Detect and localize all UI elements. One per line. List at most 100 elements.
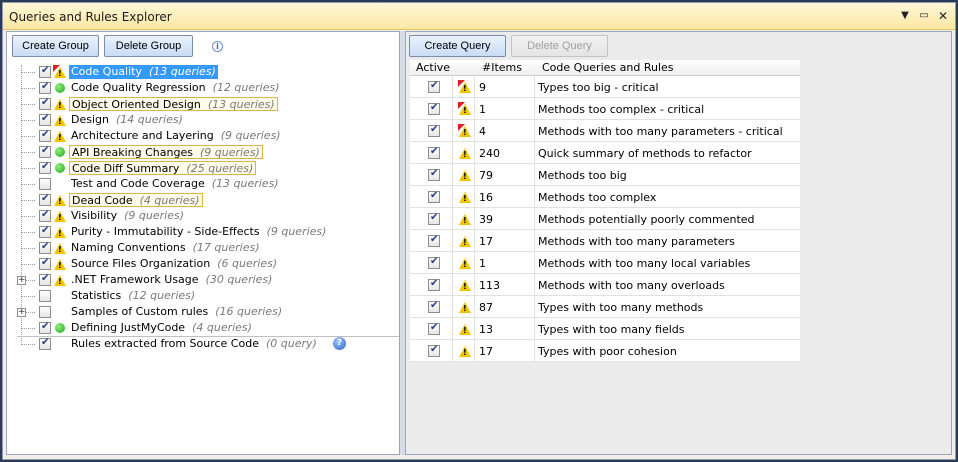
table-row[interactable]: 16 Methods too complex xyxy=(410,186,800,208)
tree-item[interactable]: Visibility (9 queries) xyxy=(7,208,397,224)
group-checkbox[interactable] xyxy=(39,97,51,110)
tree-item-label[interactable]: Purity - Immutability - Side-Effects (9 … xyxy=(69,225,328,239)
group-checkbox[interactable] xyxy=(39,129,51,142)
info-icon[interactable]: i xyxy=(212,41,223,52)
maximize-icon[interactable]: ▭ xyxy=(917,9,931,23)
query-name[interactable]: Methods too complex - critical xyxy=(538,103,704,116)
tree-item[interactable]: Test and Code Coverage (13 queries) xyxy=(7,176,397,192)
tree-item-label[interactable]: Source Files Organization (6 queries) xyxy=(69,257,279,271)
group-checkbox[interactable] xyxy=(39,145,51,158)
query-name[interactable]: Methods with too many overloads xyxy=(538,279,725,292)
active-checkbox[interactable] xyxy=(428,190,440,203)
query-name[interactable]: Types with poor cohesion xyxy=(538,345,677,358)
query-name[interactable]: Methods potentially poorly commented xyxy=(538,213,755,226)
tree-item-label[interactable]: Rules extracted from Source Code (0 quer… xyxy=(69,337,319,351)
tree-item[interactable]: Defining JustMyCode (4 queries) xyxy=(7,320,397,336)
group-checkbox[interactable] xyxy=(39,209,51,222)
table-row[interactable]: 9 Types too big - critical xyxy=(410,76,800,98)
tree-item[interactable]: Rules extracted from Source Code (0 quer… xyxy=(7,336,397,352)
group-checkbox[interactable] xyxy=(39,306,51,318)
group-checkbox[interactable] xyxy=(39,65,51,78)
group-checkbox[interactable] xyxy=(39,113,51,126)
query-name[interactable]: Methods with too many local variables xyxy=(538,257,750,270)
group-checkbox[interactable] xyxy=(39,290,51,302)
table-row[interactable]: 39 Methods potentially poorly commented xyxy=(410,208,800,230)
help-icon[interactable]: ? xyxy=(333,337,346,350)
tree-item[interactable]: Statistics (12 queries) xyxy=(7,288,397,304)
table-row[interactable]: 13 Types with too many fields xyxy=(410,318,800,340)
group-checkbox[interactable] xyxy=(39,321,51,334)
group-checkbox[interactable] xyxy=(39,273,51,286)
tree-item[interactable]: Object Oriented Design (13 queries) xyxy=(7,96,397,112)
tree-item[interactable]: Code Quality Regression (12 queries) xyxy=(7,80,397,96)
tree-item[interactable]: API Breaking Changes (9 queries) xyxy=(7,144,397,160)
query-name[interactable]: Methods too big xyxy=(538,169,627,182)
delete-group-button[interactable]: Delete Group xyxy=(104,35,193,57)
expand-icon[interactable]: + xyxy=(17,276,26,285)
tree-item-label[interactable]: Design (14 queries) xyxy=(69,113,185,127)
close-icon[interactable]: ✕ xyxy=(936,9,950,23)
table-row[interactable]: 79 Methods too big xyxy=(410,164,800,186)
active-checkbox[interactable] xyxy=(428,80,440,93)
query-name[interactable]: Types with too many fields xyxy=(538,323,685,336)
create-group-button[interactable]: Create Group xyxy=(12,35,99,57)
tree-item[interactable]: Naming Conventions (17 queries) xyxy=(7,240,397,256)
group-checkbox[interactable] xyxy=(39,225,51,238)
tree-item-label[interactable]: Dead Code (4 queries) xyxy=(69,193,203,207)
table-row[interactable]: 113 Methods with too many overloads xyxy=(410,274,800,296)
column-header-active[interactable]: Active xyxy=(416,61,450,74)
group-checkbox[interactable] xyxy=(39,257,51,270)
active-checkbox[interactable] xyxy=(428,146,440,159)
tree-item-label[interactable]: Defining JustMyCode (4 queries) xyxy=(69,321,254,335)
active-checkbox[interactable] xyxy=(428,102,440,115)
table-row[interactable]: 240 Quick summary of methods to refactor xyxy=(410,142,800,164)
tree-item[interactable]: Architecture and Layering (9 queries) xyxy=(7,128,397,144)
tree-item-label[interactable]: Naming Conventions (17 queries) xyxy=(69,241,262,255)
tree-item-label[interactable]: Object Oriented Design (13 queries) xyxy=(69,97,278,111)
tree-item[interactable]: Purity - Immutability - Side-Effects (9 … xyxy=(7,224,397,240)
query-name[interactable]: Methods with too many parameters xyxy=(538,235,735,248)
table-row[interactable]: 17 Types with poor cohesion xyxy=(410,340,800,362)
tree-item-label[interactable]: Code Diff Summary (25 queries) xyxy=(69,161,257,175)
column-header-items[interactable]: #Items xyxy=(482,61,522,74)
active-checkbox[interactable] xyxy=(428,278,440,291)
create-query-button[interactable]: Create Query xyxy=(409,35,506,57)
tree-item[interactable]: + .NET Framework Usage (30 queries) xyxy=(7,272,397,288)
table-row[interactable]: 1 Methods too complex - critical xyxy=(410,98,800,120)
table-row[interactable]: 87 Types with too many methods xyxy=(410,296,800,318)
active-checkbox[interactable] xyxy=(428,234,440,247)
group-checkbox[interactable] xyxy=(39,161,51,174)
active-checkbox[interactable] xyxy=(428,344,440,357)
query-name[interactable]: Quick summary of methods to refactor xyxy=(538,147,752,160)
tree-item[interactable]: Code Quality (13 queries) xyxy=(7,64,397,80)
active-checkbox[interactable] xyxy=(428,300,440,313)
tree-item-label[interactable]: Code Quality (13 queries) xyxy=(69,65,218,79)
query-name[interactable]: Types with too many methods xyxy=(538,301,703,314)
active-checkbox[interactable] xyxy=(428,256,440,269)
table-row[interactable]: 4 Methods with too many parameters - crit… xyxy=(410,120,800,142)
tree-item-label[interactable]: Visibility (9 queries) xyxy=(69,209,186,223)
active-checkbox[interactable] xyxy=(428,124,440,137)
tree-item-label[interactable]: Test and Code Coverage (13 queries) xyxy=(69,177,281,191)
group-checkbox[interactable] xyxy=(39,337,51,350)
table-row[interactable]: 1 Methods with too many local variables xyxy=(410,252,800,274)
group-checkbox[interactable] xyxy=(39,178,51,190)
query-name[interactable]: Types too big - critical xyxy=(538,81,659,94)
query-name[interactable]: Methods too complex xyxy=(538,191,656,204)
active-checkbox[interactable] xyxy=(428,322,440,335)
group-checkbox[interactable] xyxy=(39,193,51,206)
tree-item[interactable]: Code Diff Summary (25 queries) xyxy=(7,160,397,176)
expand-icon[interactable]: + xyxy=(17,308,26,317)
tree-item[interactable]: + Samples of Custom rules (16 queries) xyxy=(7,304,397,320)
tree-item-label[interactable]: .NET Framework Usage (30 queries) xyxy=(69,273,274,287)
tree-item-label[interactable]: Samples of Custom rules (16 queries) xyxy=(69,305,284,319)
tree-item-label[interactable]: Statistics (12 queries) xyxy=(69,289,197,303)
group-checkbox[interactable] xyxy=(39,241,51,254)
tree-item-label[interactable]: Architecture and Layering (9 queries) xyxy=(69,129,283,143)
column-header-name[interactable]: Code Queries and Rules xyxy=(542,61,674,74)
tree-item[interactable]: Design (14 queries) xyxy=(7,112,397,128)
table-row[interactable]: 17 Methods with too many parameters xyxy=(410,230,800,252)
tree-item-label[interactable]: API Breaking Changes (9 queries) xyxy=(69,145,263,159)
tree-item[interactable]: Dead Code (4 queries) xyxy=(7,192,397,208)
tree-item[interactable]: Source Files Organization (6 queries) xyxy=(7,256,397,272)
